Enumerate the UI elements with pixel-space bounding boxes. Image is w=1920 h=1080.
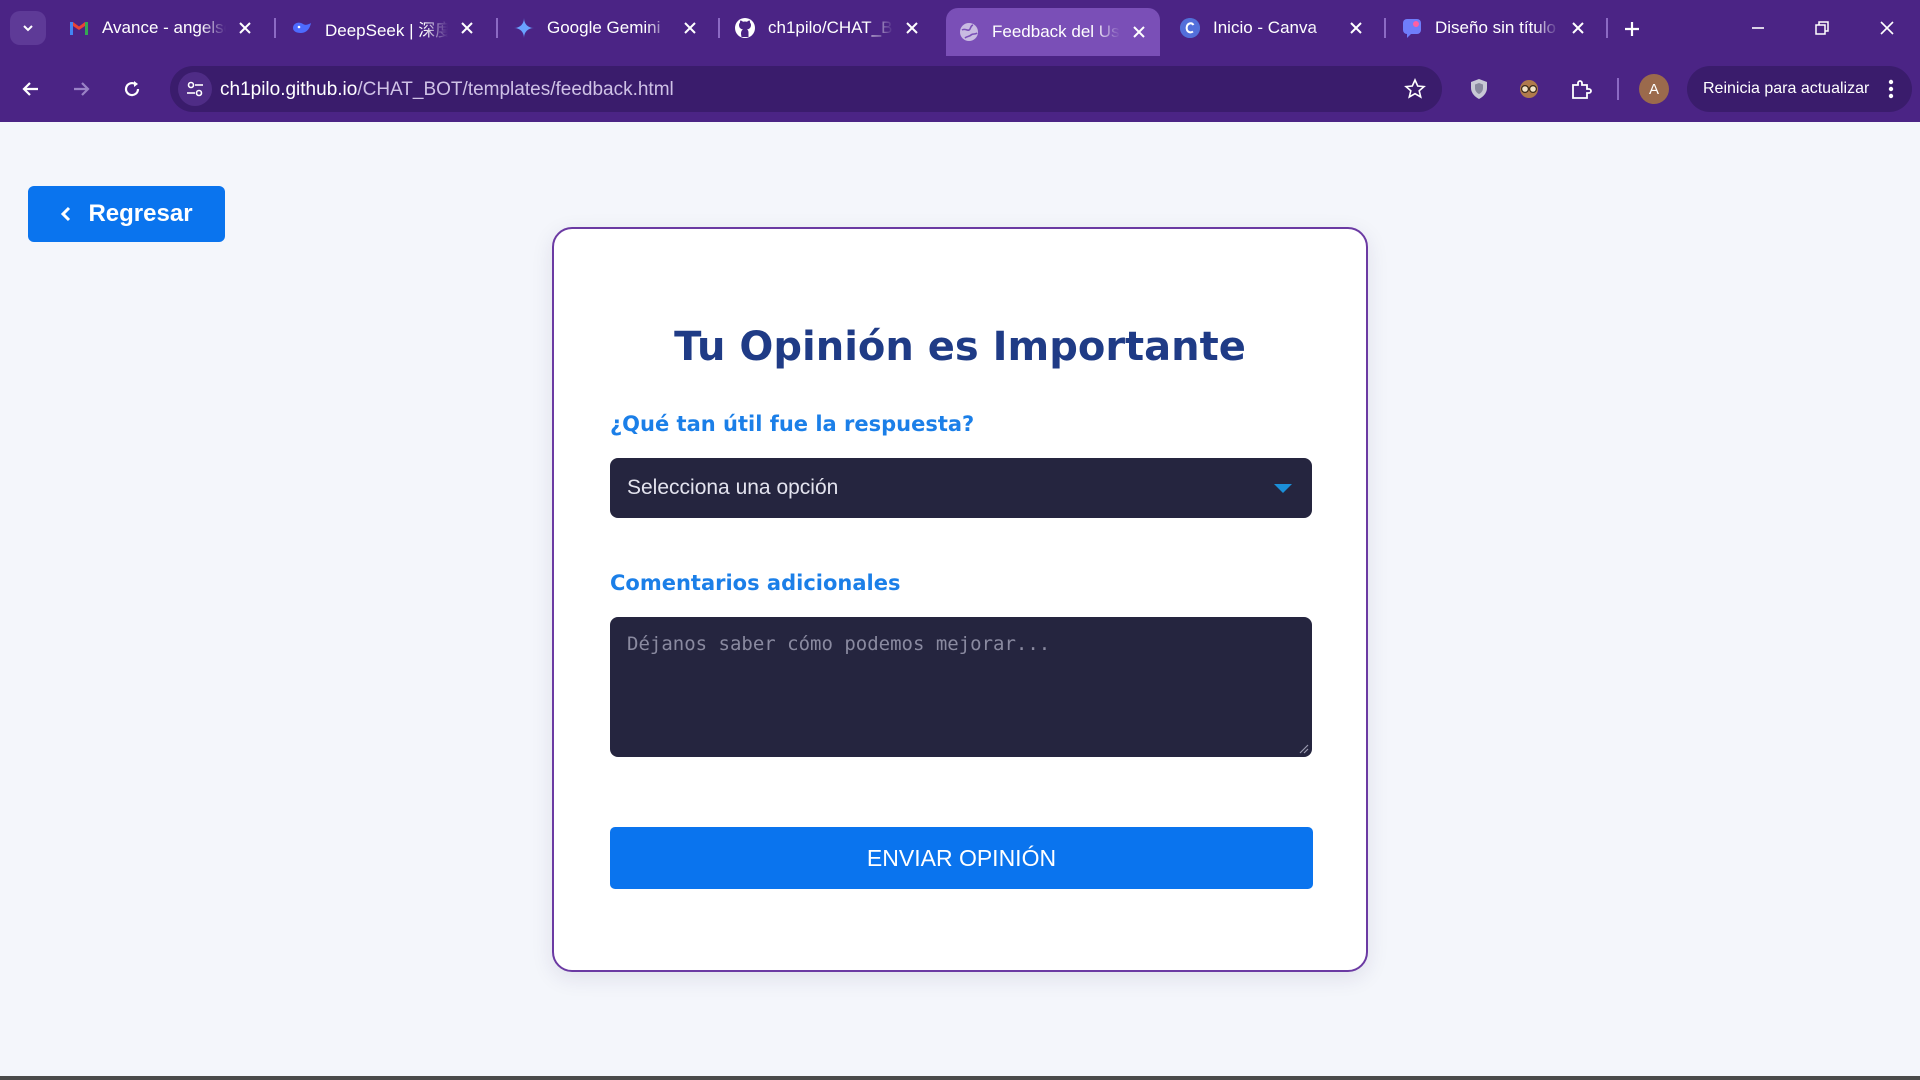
close-icon[interactable] <box>456 17 478 39</box>
site-info-button[interactable] <box>178 72 212 106</box>
tab-title: Inicio - Canva <box>1213 18 1317 37</box>
restore-button[interactable] <box>1800 10 1844 46</box>
tab-canva[interactable]: Inicio - Canva <box>1167 8 1377 48</box>
taskbar-edge <box>0 1076 1920 1080</box>
close-icon[interactable] <box>1128 21 1150 43</box>
close-icon <box>1880 21 1894 35</box>
arrow-right-icon <box>74 82 90 96</box>
tab-separator <box>1606 18 1608 38</box>
update-label: Reinicia para actualizar <box>1703 80 1870 97</box>
back-button[interactable]: Regresar <box>28 186 225 242</box>
chevron-down-icon <box>23 25 33 32</box>
close-icon[interactable] <box>679 17 701 39</box>
back-nav-button[interactable] <box>12 70 50 108</box>
back-button-label: Regresar <box>88 200 193 227</box>
restore-icon <box>1815 21 1829 35</box>
extensions-button[interactable] <box>1564 72 1598 106</box>
tab-strip: Avance - angelsc DeepSeek | 深度求索 Google … <box>0 0 1920 56</box>
select-value: Selecciona una opción <box>627 476 839 499</box>
canva-icon <box>1179 17 1201 39</box>
more-vert-icon <box>1888 79 1894 99</box>
close-window-button[interactable] <box>1865 10 1909 46</box>
tab-title: Avance - angelsc <box>102 18 226 37</box>
tune-icon <box>187 81 203 97</box>
deepseek-icon <box>291 17 313 39</box>
minimize-button[interactable] <box>1736 10 1780 46</box>
chevron-left-icon <box>60 205 72 223</box>
tab-canva-design[interactable]: Diseño sin título <box>1389 8 1599 48</box>
extension-shield[interactable] <box>1462 72 1496 106</box>
close-icon[interactable] <box>1345 17 1367 39</box>
gemini-icon <box>513 17 535 39</box>
comments-textarea[interactable]: Déjanos saber cómo podemos mejorar... <box>610 617 1312 757</box>
new-tab-button[interactable] <box>1617 14 1647 44</box>
tab-separator <box>496 18 498 38</box>
tab-search-button[interactable] <box>10 11 46 45</box>
tab-gemini[interactable]: Google Gemini <box>501 8 711 48</box>
tab-title: ch1pilo/CHAT_BOT <box>768 18 893 37</box>
gmail-icon <box>68 17 90 39</box>
tab-title: Feedback del Usuario <box>992 22 1120 41</box>
tab-title: DeepSeek | 深度求索 <box>325 20 448 40</box>
comments-placeholder: Déjanos saber cómo podemos mejorar... <box>627 633 1051 655</box>
url-path: /CHAT_BOT/templates/feedback.html <box>357 79 674 100</box>
shield-icon <box>1471 79 1487 99</box>
feedback-card: Tu Opinión es Importante ¿Qué tan útil f… <box>552 227 1368 972</box>
glasses-icon <box>1520 80 1538 98</box>
tab-title: Diseño sin título <box>1435 18 1556 37</box>
bookmark-star-icon[interactable] <box>1404 78 1426 100</box>
tab-gmail[interactable]: Avance - angelsc <box>56 8 266 48</box>
address-bar[interactable]: ch1pilo.github.io/CHAT_BOT/templates/fee… <box>170 66 1442 112</box>
tab-title: Google Gemini <box>547 18 661 37</box>
dropdown-caret-icon <box>1274 484 1292 493</box>
globe-icon <box>958 21 980 43</box>
usefulness-select[interactable]: Selecciona una opción <box>610 458 1312 518</box>
toolbar-divider <box>1617 78 1619 100</box>
tab-github[interactable]: ch1pilo/CHAT_BOT <box>722 8 933 48</box>
close-icon[interactable] <box>1567 17 1589 39</box>
update-button[interactable]: Reinicia para actualizar <box>1687 66 1912 112</box>
resize-grip-icon[interactable] <box>1297 742 1309 754</box>
tab-separator <box>718 18 720 38</box>
url-host: ch1pilo.github.io <box>220 79 358 100</box>
close-icon[interactable] <box>901 17 923 39</box>
tab-deepseek[interactable]: DeepSeek | 深度求索 <box>279 8 488 48</box>
reload-icon <box>124 81 140 97</box>
plus-icon <box>1625 22 1639 36</box>
close-icon[interactable] <box>234 17 256 39</box>
arrow-left-icon <box>22 82 38 96</box>
tab-separator <box>274 18 276 38</box>
tab-feedback[interactable]: Feedback del Usuario <box>946 8 1160 56</box>
minimize-icon <box>1752 27 1764 29</box>
url-text: ch1pilo.github.io/CHAT_BOT/templates/fee… <box>220 79 674 101</box>
page-title: Tu Opinión es Importante <box>674 324 1246 370</box>
profile-avatar[interactable]: A <box>1639 74 1669 104</box>
forward-nav-button[interactable] <box>62 70 100 108</box>
comments-label: Comentarios adicionales <box>610 571 901 595</box>
tab-separator <box>1384 18 1386 38</box>
puzzle-icon <box>1572 80 1592 99</box>
submit-button[interactable]: ENVIAR OPINIÓN <box>610 827 1313 889</box>
reload-button[interactable] <box>113 70 151 108</box>
question-label: ¿Qué tan útil fue la respuesta? <box>610 412 975 436</box>
github-icon <box>734 17 756 39</box>
canva-design-icon <box>1401 17 1423 39</box>
extension-glasses[interactable] <box>1512 72 1546 106</box>
